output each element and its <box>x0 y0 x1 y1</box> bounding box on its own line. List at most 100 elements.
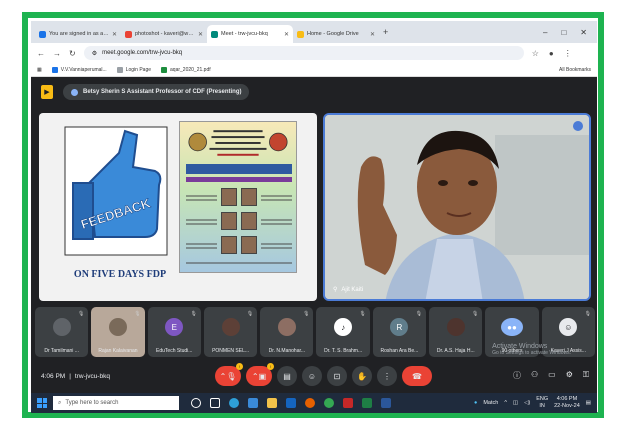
mic-off-icon: 🎙 <box>415 311 423 317</box>
chrome-icon[interactable] <box>324 398 334 408</box>
poster-band <box>186 177 292 182</box>
drive-icon <box>297 30 304 38</box>
menu-icon[interactable]: ⋮ <box>564 49 572 58</box>
mic-off-icon: 🎙 <box>134 311 141 317</box>
captions-button[interactable]: ▤ <box>277 366 297 386</box>
participant-video <box>325 115 589 299</box>
file-explorer-icon[interactable] <box>267 398 277 408</box>
chat-icon[interactable]: ▭ <box>548 370 556 381</box>
participant-video-tile[interactable]: ⚲ Ajit Kaiti <box>323 113 591 301</box>
browser-tab[interactable]: photoshot - kaveri@wosdesgn - ✕ <box>121 25 207 43</box>
address-bar-row: ← → ↻ ⚙ meet.google.com/trw-jvcu-bkq ☆ ●… <box>31 43 597 63</box>
avatar <box>221 318 240 336</box>
store-icon[interactable] <box>248 398 258 408</box>
bookmark-item[interactable]: Login Page <box>116 66 151 73</box>
bookmark-item[interactable]: aqar_2020_21.pdf <box>161 66 211 73</box>
network-icon[interactable]: ◫ <box>513 400 518 406</box>
more-options-button[interactable]: ⋮ <box>377 366 397 386</box>
presenting-chip[interactable]: Betsy Sherin S Assistant Professor of CD… <box>63 84 250 100</box>
mic-toggle-button[interactable]: ⌃🎙! <box>215 363 243 386</box>
system-clock[interactable]: 4:06 PM 22-Nov-24 <box>554 396 580 410</box>
system-tray: ● Match ^ ◫ ◁) ENG IN 4:06 PM 22-Nov-24 … <box>474 396 597 410</box>
participant-tile[interactable]: 🎙 PONMEN SEL... <box>203 307 258 357</box>
language-indicator[interactable]: ENG IN <box>536 396 548 410</box>
close-window-icon[interactable]: ✕ <box>580 28 587 37</box>
camera-toggle-button[interactable]: ⌃▣! <box>246 363 274 386</box>
task-view-icon[interactable] <box>210 398 220 408</box>
screen: You are signed in as agsc ✕ photoshot - … <box>31 21 597 413</box>
browser-tab-active[interactable]: Meet - trw-jvcu-bkq ✕ <box>207 25 293 43</box>
back-icon[interactable]: ← <box>37 49 45 58</box>
participant-tile[interactable]: 🎙 Dr. A.S. Haja H... <box>429 307 483 357</box>
all-bookmarks[interactable]: All Bookmarks <box>559 67 597 73</box>
profile-icon[interactable]: ● <box>549 49 554 58</box>
taskbar-search-input[interactable]: ⌕ Type here to search <box>53 396 179 410</box>
volume-icon[interactable]: ◁) <box>524 400 530 406</box>
others-avatars: ●● <box>501 318 524 336</box>
weather-icon[interactable]: ● <box>474 400 477 406</box>
host-controls-icon[interactable]: ⚿ <box>583 370 589 381</box>
tray-arrow-icon[interactable]: ^ <box>504 400 507 406</box>
avatar: ☺ <box>559 318 578 336</box>
tab-label: Home - Google Drive <box>307 31 359 37</box>
meet-logo-icon: ▶ <box>41 85 53 99</box>
notifications-icon[interactable]: ▤ <box>586 400 591 406</box>
taskbar-apps <box>191 398 391 408</box>
cortana-icon[interactable] <box>191 398 201 408</box>
url-field[interactable]: ⚙ meet.google.com/trw-jvcu-bkq <box>83 46 524 60</box>
mic-off-icon: 🎙 <box>472 311 479 317</box>
excel-icon[interactable] <box>362 398 372 408</box>
speaking-indicator-icon <box>573 121 583 131</box>
info-icon[interactable]: ⓘ <box>513 370 521 381</box>
weather-label: Match <box>483 400 499 406</box>
word-icon[interactable] <box>381 398 391 408</box>
site-info-icon[interactable]: ⚙ <box>92 50 97 57</box>
camera-name-label: ⚲ Ajit Kaiti <box>333 286 364 294</box>
url-text: meet.google.com/trw-jvcu-bkq <box>102 50 183 56</box>
mail-icon[interactable] <box>286 398 296 408</box>
participant-tile[interactable]: 🎙 ♪ Dr. T. S. Brahm... <box>316 307 370 357</box>
poster-speaker-row <box>186 236 292 256</box>
participant-tile[interactable]: 🎙 Dr. N.Manohar... <box>260 307 314 357</box>
windows-start-icon[interactable] <box>37 398 47 408</box>
participant-tile[interactable]: 🎙 Rajan Kalaivanan <box>91 307 145 357</box>
reload-icon[interactable]: ↻ <box>69 49 76 58</box>
edge-icon[interactable] <box>229 398 239 408</box>
leave-call-button[interactable]: ☎ <box>402 366 432 386</box>
mic-off-icon: ⌃🎙 <box>219 371 237 381</box>
close-icon[interactable]: ✕ <box>284 31 289 38</box>
meeting-time: 4:06 PM <box>41 372 66 380</box>
browser-tab[interactable]: Home - Google Drive ✕ <box>293 25 379 43</box>
gmail-icon <box>125 30 132 38</box>
bookmark-favicon-icon <box>51 66 58 73</box>
participant-tile[interactable]: 🎙 Dr Tamilmani ... <box>35 307 89 357</box>
hang-up-icon: ☎ <box>412 371 422 381</box>
emoji-button[interactable]: ☺ <box>302 366 322 386</box>
maximize-icon[interactable]: □ <box>561 28 566 37</box>
photoshop-icon[interactable] <box>343 398 353 408</box>
close-icon[interactable]: ✕ <box>198 31 203 38</box>
close-icon[interactable]: ✕ <box>370 31 375 38</box>
pin-icon[interactable]: ⚲ <box>333 286 337 293</box>
participant-tile[interactable]: 🎙 E EduTech Studi... <box>147 307 201 357</box>
raise-hand-button[interactable]: ✋ <box>352 366 372 386</box>
poster-header <box>188 130 288 156</box>
people-icon[interactable]: ⚇ <box>531 370 538 381</box>
close-icon[interactable]: ✕ <box>112 31 117 38</box>
forward-icon[interactable]: → <box>53 49 61 58</box>
mic-off-icon: 🎙 <box>190 311 197 317</box>
participant-tile[interactable]: 🎙 R Roshan Ara Be... <box>372 307 427 357</box>
bookmarks-bar: ▦ V.V.Vanniaperumal... Login Page aqar_2… <box>31 63 597 77</box>
activities-icon[interactable]: ⚙ <box>566 370 573 381</box>
firefox-icon[interactable] <box>305 398 315 408</box>
fdp-poster <box>179 121 297 273</box>
present-button[interactable]: ⊡ <box>327 366 347 386</box>
browser-tab[interactable]: You are signed in as agsc ✕ <box>35 25 121 43</box>
minimize-icon[interactable]: – <box>543 28 547 37</box>
new-tab-button[interactable]: + <box>383 27 388 37</box>
star-icon[interactable]: ☆ <box>532 49 539 58</box>
apps-icon[interactable]: ▦ <box>37 67 42 73</box>
bookmark-item[interactable]: V.V.Vanniaperumal... <box>51 66 107 73</box>
tab-label: Meet - trw-jvcu-bkq <box>221 31 268 37</box>
bookmark-favicon-icon <box>116 66 123 73</box>
